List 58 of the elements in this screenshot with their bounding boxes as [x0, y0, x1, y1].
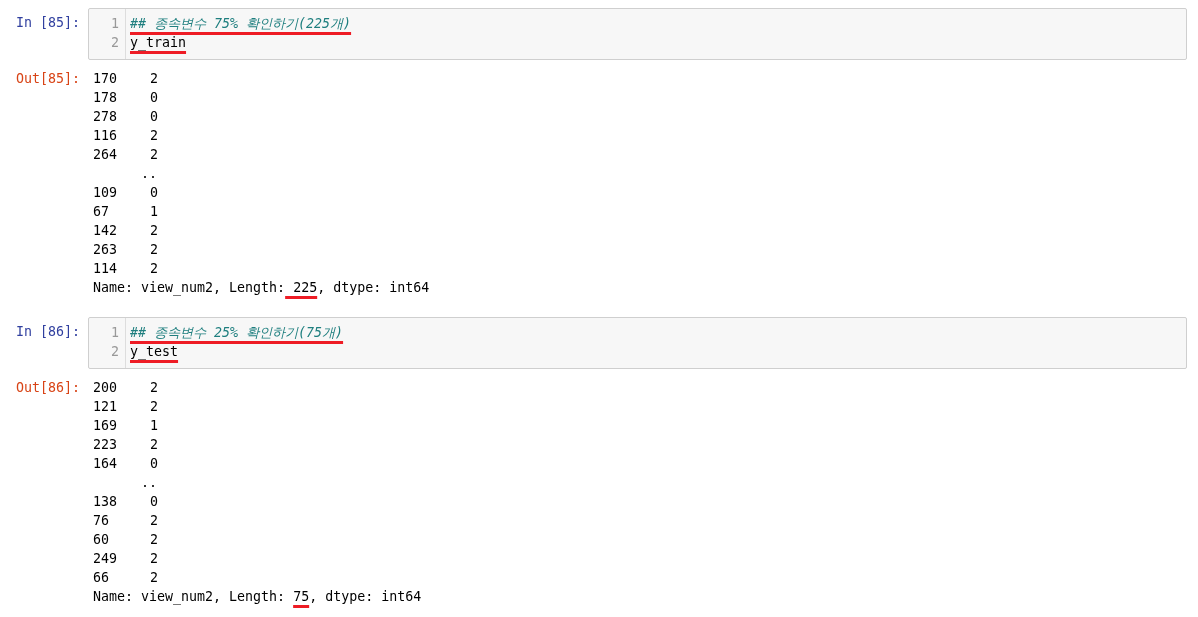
series-value: 2 [150, 569, 159, 587]
series-value: 1 [150, 203, 159, 221]
series-value: 0 [150, 493, 159, 511]
series-index: 60 [93, 531, 110, 549]
series-value: 2 [150, 260, 159, 278]
line-number: 1 [111, 324, 120, 342]
series-index: 278 [93, 108, 119, 126]
series-index: 138 [93, 493, 119, 511]
series-index: 249 [93, 550, 119, 568]
series-index: 142 [93, 222, 119, 240]
series-value: 2 [150, 127, 159, 145]
series-index: 116 [93, 127, 119, 145]
series-value: 2 [150, 550, 159, 568]
code-editor[interactable]: 1 2 ## 종속변수 75% 확인하기(225개) y_train [88, 8, 1187, 60]
series-value: 2 [150, 241, 159, 259]
code-line: y_test [130, 343, 179, 361]
series-value: 2 [150, 531, 159, 549]
input-prompt: In [85]: [14, 14, 80, 32]
series-value: 0 [150, 108, 159, 126]
code-line: y_train [130, 34, 187, 52]
series-summary: Name: view_num2, Length: 75, dtype: int64 [93, 588, 422, 606]
ellipsis-text: .. [141, 474, 158, 492]
series-index: 67 [93, 203, 110, 221]
output-prompt: Out[86]: [14, 379, 80, 397]
series-value: 1 [150, 417, 159, 435]
code-comment: ## 종속변수 75% 확인하기(225개) [130, 15, 352, 33]
series-index: 109 [93, 184, 119, 202]
line-number: 2 [111, 34, 120, 52]
input-prompt: In [86]: [14, 323, 80, 341]
series-index: 223 [93, 436, 119, 454]
series-index: 169 [93, 417, 119, 435]
series-value: 0 [150, 184, 159, 202]
series-value: 2 [150, 379, 159, 397]
series-index: 200 [93, 379, 119, 397]
series-value: 2 [150, 222, 159, 240]
series-index: 264 [93, 146, 119, 164]
series-index: 121 [93, 398, 119, 416]
code-editor[interactable]: 1 2 ## 종속변수 25% 확인하기(75개) y_test [88, 317, 1187, 369]
line-number: 1 [111, 15, 120, 33]
series-value: 2 [150, 146, 159, 164]
series-value: 0 [150, 89, 159, 107]
series-index: 263 [93, 241, 119, 259]
output-prompt: Out[85]: [14, 70, 80, 88]
code-comment: ## 종속변수 25% 확인하기(75개) [130, 324, 344, 342]
series-value: 2 [150, 512, 159, 530]
series-value: 2 [150, 398, 159, 416]
series-value: 2 [150, 436, 159, 454]
series-index: 170 [93, 70, 119, 88]
series-summary: Name: view_num2, Length: 225, dtype: int64 [93, 279, 430, 297]
series-index: 114 [93, 260, 119, 278]
series-value: 0 [150, 455, 159, 473]
line-number: 2 [111, 343, 120, 361]
series-index: 164 [93, 455, 119, 473]
ellipsis-text: .. [141, 165, 158, 183]
series-value: 2 [150, 70, 159, 88]
series-index: 66 [93, 569, 110, 587]
series-index: 178 [93, 89, 119, 107]
series-index: 76 [93, 512, 110, 530]
